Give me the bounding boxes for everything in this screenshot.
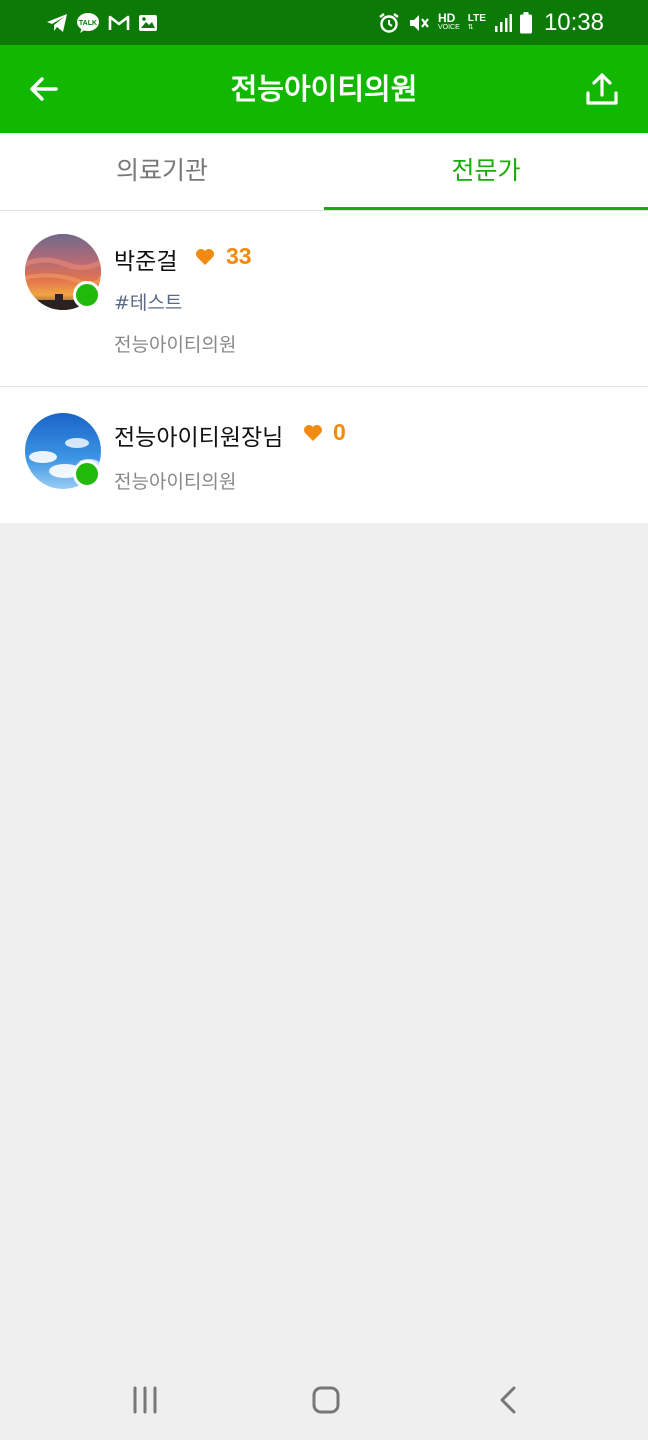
lte-arrows-icon: ⇅ [467, 23, 474, 31]
online-status-dot [73, 460, 101, 488]
telegram-icon [46, 13, 68, 33]
page-title: 전능아이티의원 [230, 72, 418, 106]
expert-name: 전능아이티원장님 [114, 425, 284, 451]
list-item[interactable]: 박준걸 33 #테스트 전능아이티의원 [0, 211, 648, 387]
like-count: 0 [333, 419, 346, 445]
gallery-icon [138, 14, 158, 32]
heart-icon [196, 249, 214, 265]
lte-icon: LTE ⇅ [467, 12, 486, 32]
system-nav-bar [0, 1360, 648, 1440]
mute-icon [408, 12, 430, 34]
like-count: 33 [226, 243, 252, 269]
lte-label: LTE [467, 12, 486, 24]
share-upload-icon[interactable] [584, 71, 620, 107]
gmail-icon [108, 14, 130, 32]
kakaotalk-label: TALK [79, 20, 97, 27]
recent-apps-icon[interactable] [131, 1382, 159, 1422]
notification-icons: TALK [46, 12, 158, 34]
hd-voice-icon: HD VOICE [437, 10, 460, 32]
app-bar: 전능아이티의원 [0, 45, 648, 133]
signal-icon [494, 13, 512, 33]
clock: 10:38 [543, 8, 604, 36]
back-icon[interactable] [494, 1382, 522, 1422]
voice-label: VOICE [437, 23, 460, 31]
home-icon[interactable] [310, 1382, 342, 1422]
tab-bar: 의료기관 전문가 [0, 133, 648, 211]
list-item[interactable]: 전능아이티원장님 0 전능아이티의원 [0, 387, 648, 523]
tab-experts[interactable]: 전문가 [324, 133, 648, 210]
tab-medical-institution[interactable]: 의료기관 [0, 133, 324, 210]
alarm-icon [378, 12, 400, 34]
heart-icon [304, 425, 322, 441]
expert-organization: 전능아이티의원 [114, 334, 237, 356]
kakaotalk-icon: TALK [76, 12, 100, 34]
expert-name: 박준걸 [114, 249, 178, 275]
expert-list: 박준걸 33 #테스트 전능아이티의원 전능아이티원장님 0 전능아이티의원 [0, 211, 648, 523]
hd-label: HD [437, 10, 456, 25]
expert-tag: #테스트 [114, 292, 183, 314]
system-icons: HD VOICE LTE ⇅ 10:38 [378, 9, 604, 37]
expert-organization: 전능아이티의원 [114, 471, 237, 493]
status-bar: TALK HD VOICE LTE ⇅ 10:38 [0, 0, 648, 45]
battery-icon [519, 11, 532, 34]
online-status-dot [73, 281, 101, 309]
